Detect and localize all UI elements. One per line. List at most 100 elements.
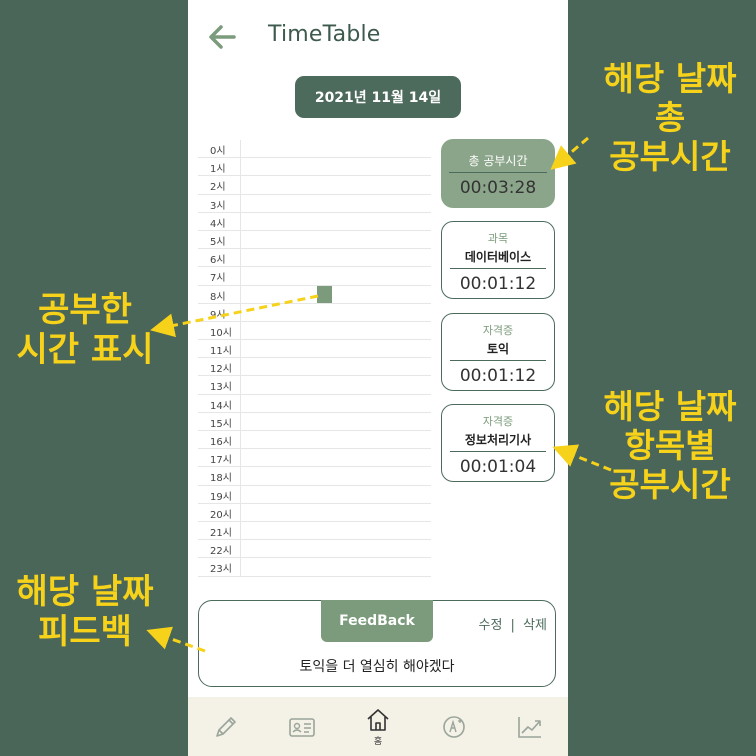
timeline-hour-row: 19시 xyxy=(198,485,431,504)
subject-card[interactable]: 자격증 토익 00:01:12 xyxy=(441,313,555,391)
hour-divider xyxy=(240,485,241,503)
subject-card[interactable]: 과목 데이터베이스 00:01:12 xyxy=(441,221,555,299)
hour-label: 20시 xyxy=(210,509,232,521)
hour-label: 7시 xyxy=(210,273,226,285)
subject-card[interactable]: 자격증 정보처리기사 00:01:04 xyxy=(441,404,555,482)
hour-label: 11시 xyxy=(210,346,232,358)
edit-feedback-button[interactable]: 수정 xyxy=(478,618,502,633)
grade-a-plus-icon xyxy=(443,715,465,738)
total-time-value: 00:03:28 xyxy=(459,178,537,198)
subject-name: 토익 xyxy=(486,342,510,356)
hour-divider xyxy=(240,194,241,212)
home-icon xyxy=(367,708,389,731)
timeline-hour-row: 22시 xyxy=(198,540,431,559)
timeline-hour-row: 4시 xyxy=(198,212,431,231)
hour-divider xyxy=(240,267,241,285)
hour-label: 3시 xyxy=(210,200,226,212)
hour-label: 17시 xyxy=(210,455,232,467)
hour-divider xyxy=(240,176,241,194)
trend-chart-icon xyxy=(518,716,541,738)
timeline-hour-row: 13시 xyxy=(198,376,431,395)
timeline-hour-row: 6시 xyxy=(198,249,431,268)
hour-label: 23시 xyxy=(210,564,232,576)
annotation-line: 항목별 xyxy=(624,425,716,465)
hour-label: 22시 xyxy=(210,546,232,558)
timeline-hour-row: 16시 xyxy=(198,431,431,450)
hour-label: 14시 xyxy=(210,400,232,412)
hour-divider xyxy=(240,412,241,430)
feedback-panel: FeedBack 수정 | 삭제 토익을 더 열심히 해야겠다 xyxy=(198,600,556,687)
nav-item-home[interactable]: 홈 xyxy=(348,702,408,752)
timeline-hour-row: 5시 xyxy=(198,230,431,250)
hour-divider xyxy=(240,449,241,467)
timeline-hour-row: 1시 xyxy=(198,158,431,177)
back-arrow-icon[interactable] xyxy=(206,22,238,52)
timeline-hour-row: 7시 xyxy=(198,267,431,286)
phone-screen: TimeTable 2021년 11월 14일 0시 1시 2시 3시 4시 5시 6시 7시… xyxy=(188,0,568,756)
timeline-hour-row: 10시 xyxy=(198,321,431,341)
annotation-feedback: 해당 날짜 피드백 xyxy=(0,572,170,652)
annotation-line: 시간 표시 xyxy=(16,330,154,371)
hour-label: 12시 xyxy=(210,364,232,376)
subject-category: 자격증 xyxy=(482,415,514,428)
hour-divider xyxy=(240,503,241,521)
hour-label: 13시 xyxy=(210,382,232,394)
hour-divider xyxy=(240,558,241,576)
annotation-line: 해당 날짜 xyxy=(603,387,737,426)
timeline-hour-row: 11시 xyxy=(198,340,431,359)
annotation-per-item: 해당 날짜 항목별 공부시간 xyxy=(580,387,756,505)
timeline-hour-row: 9시 xyxy=(198,303,431,322)
hour-label: 18시 xyxy=(210,473,232,485)
hour-label: 6시 xyxy=(210,255,226,267)
annotation-line: 해당 날짜 xyxy=(16,572,154,612)
timeline-hour-row: 0시 xyxy=(198,140,431,159)
annotation-line: 피드백 xyxy=(38,612,132,653)
hour-label: 8시 xyxy=(210,291,226,303)
hour-label: 16시 xyxy=(210,437,232,448)
hour-divider xyxy=(240,303,241,321)
nav-item-stats[interactable] xyxy=(500,702,560,752)
hour-divider xyxy=(240,431,241,449)
hour-divider xyxy=(240,285,241,303)
nav-item-record[interactable] xyxy=(196,702,256,752)
annotation-line: 총 xyxy=(654,97,686,137)
timeline-hour-row: 2시 xyxy=(198,176,431,195)
date-selector-button[interactable]: 2021년 11월 14일 xyxy=(295,76,461,118)
annotation-study-display: 공부한 시간 표시 xyxy=(0,290,170,370)
hour-label: 10시 xyxy=(210,327,232,339)
action-separator: | xyxy=(510,618,515,633)
timeline-hour-row: 21시 xyxy=(198,521,431,541)
total-time-title: 총 공부시간 xyxy=(468,154,528,168)
timeline-hour-row: 12시 xyxy=(198,358,431,377)
id-card-icon xyxy=(289,717,315,737)
hour-label: 19시 xyxy=(210,491,232,503)
annotation-line: 공부시간 xyxy=(609,136,731,176)
hour-divider xyxy=(240,376,241,394)
pencil-icon xyxy=(216,716,236,737)
subject-category: 과목 xyxy=(487,232,509,245)
feedback-tab[interactable]: FeedBack xyxy=(321,600,433,642)
nav-label-home: 홈 xyxy=(373,736,383,747)
hour-divider xyxy=(240,540,241,558)
nav-item-grades[interactable] xyxy=(424,702,484,752)
page-title: TimeTable xyxy=(268,22,381,47)
timeline-hour-row: 3시 xyxy=(198,194,431,213)
hour-divider xyxy=(240,158,241,176)
hourly-timeline: 0시 1시 2시 3시 4시 5시 6시 7시 8시 9시 10시 11시 12시 13시 14시 15시 16… xyxy=(198,140,431,577)
hour-divider xyxy=(240,340,241,358)
annotation-line: 해당 날짜 xyxy=(603,59,737,98)
hour-label: 1시 xyxy=(210,164,226,176)
annotation-total-time: 해당 날짜 총 공부시간 xyxy=(580,59,756,177)
subject-time: 00:01:04 xyxy=(459,457,537,477)
study-time-block xyxy=(317,286,332,303)
hour-divider xyxy=(240,249,241,267)
hour-divider xyxy=(240,230,241,249)
annotation-line: 공부시간 xyxy=(609,464,731,504)
total-study-time-card: 총 공부시간 00:03:28 xyxy=(441,139,555,208)
subject-time: 00:01:12 xyxy=(459,274,537,294)
delete-feedback-button[interactable]: 삭제 xyxy=(523,618,547,633)
hour-label: 0시 xyxy=(210,146,226,157)
nav-item-profile[interactable] xyxy=(272,702,332,752)
subject-category: 자격증 xyxy=(482,324,514,337)
hour-divider xyxy=(240,212,241,230)
